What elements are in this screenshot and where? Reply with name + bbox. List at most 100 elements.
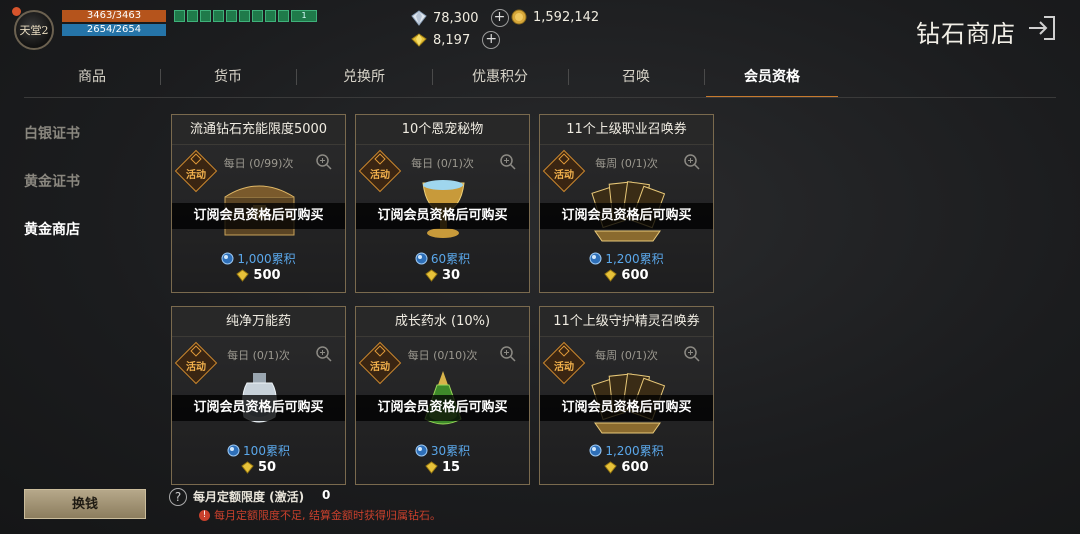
product-card[interactable]: 10个恩宠秘物 活动 每日 (0/1)次 订阅会员资格后可购买 60累积 30 (355, 114, 530, 293)
points-amount: 30累积 (430, 444, 471, 458)
gold-gem-icon (411, 33, 427, 47)
sidebar-item-gold-cert[interactable]: 黄金证书 (24, 168, 154, 216)
points-reward: 1,200累积 (540, 442, 713, 459)
gold-gem-icon (236, 269, 250, 282)
buff-count: 1 (291, 10, 317, 22)
tab-exchange[interactable]: 兑换所 (296, 62, 432, 98)
diamond-icon (411, 10, 427, 26)
price-amount: 50 (257, 460, 277, 475)
tab-summon[interactable]: 召唤 (568, 62, 704, 98)
buff-icon (239, 10, 250, 22)
sidebar-item-gold-shop[interactable]: 黄金商店 (24, 216, 154, 264)
zoom-icon[interactable] (683, 345, 701, 363)
sidebar: 白银证书 黄金证书 黄金商店 (24, 120, 154, 264)
points-orb-icon (221, 252, 234, 265)
zoom-icon[interactable] (499, 345, 517, 363)
points-reward: 1,200累积 (540, 250, 713, 267)
buff-icon (200, 10, 211, 22)
exit-icon[interactable] (1026, 14, 1056, 42)
gold-amount: 1,592,142 (533, 9, 600, 25)
locked-notice: 订阅会员资格后可购买 (172, 203, 345, 229)
price: 15 (356, 460, 529, 475)
warning-icon: ! (199, 509, 210, 521)
gold-gem-icon (425, 461, 438, 474)
price-amount: 15 (441, 460, 461, 475)
product-card[interactable]: 成长药水 (10%) 活动 每日 (0/10)次 订阅会员资格后可购买 30累积… (355, 306, 530, 485)
points-amount: 60累积 (430, 252, 471, 266)
points-orb-icon (415, 444, 428, 457)
diamond-amount: 78,300 (433, 10, 479, 26)
points-amount: 1,200累积 (605, 252, 664, 266)
tab-discount-points[interactable]: 优惠积分 (432, 62, 568, 98)
zoom-icon[interactable] (499, 153, 517, 171)
buff-icon (278, 10, 289, 22)
gold-gem-icon (241, 461, 254, 474)
tab-currency[interactable]: 货币 (160, 62, 296, 98)
product-card[interactable]: 纯净万能药 活动 每日 (0/1)次 订阅会员资格后可购买 100累积 50 (171, 306, 346, 485)
help-icon[interactable]: ? (169, 488, 187, 506)
points-orb-icon (415, 252, 428, 265)
price-amount: 30 (441, 268, 461, 283)
add-gem-button[interactable]: + (482, 31, 501, 49)
price-amount: 600 (621, 268, 649, 283)
buff-icon (187, 10, 198, 22)
product-title: 流通钻石充能限度5000 (172, 115, 345, 145)
tab-divider (24, 97, 1056, 98)
gold-gem-icon (604, 269, 618, 282)
category-tabs: 商品 货币 兑换所 优惠积分 召唤 会员资格 (24, 62, 840, 98)
locked-notice: 订阅会员资格后可购买 (356, 395, 529, 421)
locked-notice: 订阅会员资格后可购买 (540, 395, 713, 421)
zoom-icon[interactable] (315, 153, 333, 171)
mp-bar: 2654/2654 (62, 24, 166, 36)
price-amount: 600 (621, 460, 649, 475)
quota-warning: ! 每月定额限度不足, 结算金额时获得归属钻石。 (199, 507, 441, 523)
buff-icon (252, 10, 263, 22)
locked-notice: 订阅会员资格后可购买 (172, 395, 345, 421)
points-orb-icon (589, 444, 602, 457)
warning-text: 每月定额限度不足, 结算金额时获得归属钻石。 (214, 509, 441, 522)
product-title: 10个恩宠秘物 (356, 115, 529, 145)
hp-bar: 3463/3463 (62, 10, 166, 22)
exchange-button[interactable]: 换钱 (24, 489, 146, 519)
points-orb-icon (227, 444, 240, 457)
product-title: 11个上级守护精灵召唤券 (540, 307, 713, 337)
buff-icon (174, 10, 185, 22)
tab-membership[interactable]: 会员资格 (704, 62, 840, 98)
points-reward: 60累积 (356, 250, 529, 267)
points-reward: 30累积 (356, 442, 529, 459)
sidebar-item-silver-cert[interactable]: 白银证书 (24, 120, 154, 168)
gold-gem-icon (425, 269, 438, 282)
price: 30 (356, 268, 529, 283)
product-card[interactable]: 11个上级守护精灵召唤券 活动 每周 (0/1)次 订阅会员资格后可购买 1,2… (539, 306, 714, 485)
points-reward: 100累积 (172, 442, 345, 459)
diamond-currency: 78,300 + (411, 9, 509, 27)
character-avatar[interactable]: 天堂2 (14, 10, 54, 50)
zoom-icon[interactable] (315, 345, 333, 363)
avatar-logo-text: 天堂2 (19, 24, 49, 37)
gold-coin-icon (511, 9, 527, 25)
product-card[interactable]: 流通钻石充能限度5000 活动 每日 (0/99)次 订阅会员资格后可购买 1,… (171, 114, 346, 293)
points-reward: 1,000累积 (172, 250, 345, 267)
product-title: 成长药水 (10%) (356, 307, 529, 337)
buff-icon (226, 10, 237, 22)
buff-icon (213, 10, 224, 22)
price: 500 (172, 268, 345, 283)
price: 50 (172, 460, 345, 475)
points-amount: 1,200累积 (605, 444, 664, 458)
notification-dot (12, 7, 21, 16)
price: 600 (540, 460, 713, 475)
buff-icon (265, 10, 276, 22)
buff-bar[interactable]: 1 (174, 10, 317, 22)
points-amount: 1,000累积 (237, 252, 296, 266)
monthly-quota-label: 每月定额限度 (激活) (193, 490, 305, 504)
gem-amount: 8,197 (433, 32, 471, 48)
price: 600 (540, 268, 713, 283)
product-card[interactable]: 11个上级职业召唤券 活动 每周 (0/1)次 订阅会员资格后可购买 1,200… (539, 114, 714, 293)
page-title: 钻石商店 (916, 20, 1016, 48)
zoom-icon[interactable] (683, 153, 701, 171)
price-amount: 500 (253, 268, 281, 283)
add-diamond-button[interactable]: + (490, 9, 509, 27)
tab-products[interactable]: 商品 (24, 62, 160, 98)
monthly-quota-value: 0 (322, 488, 331, 502)
gem-currency: 8,197 + (411, 31, 501, 49)
